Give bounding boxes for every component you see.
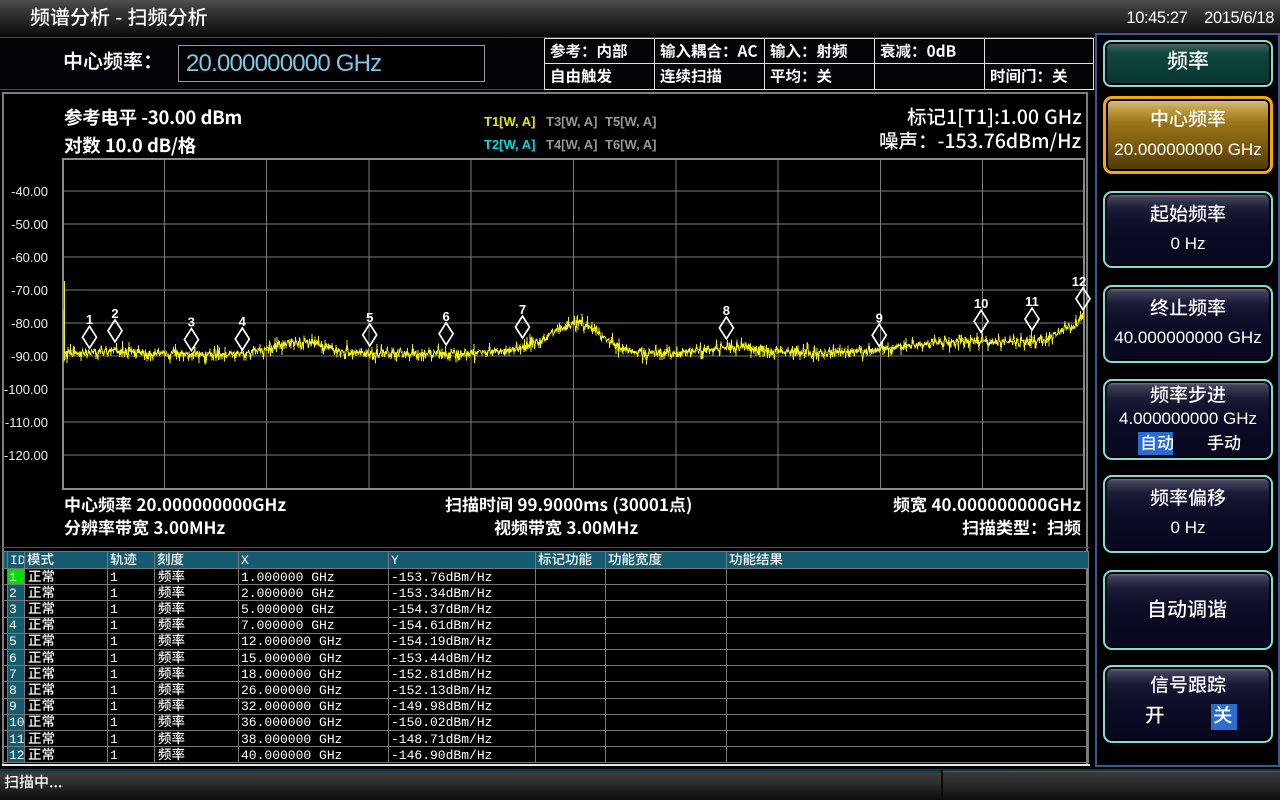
- svg-text:6: 6: [442, 309, 449, 324]
- svg-text:1: 1: [86, 312, 93, 327]
- svg-text:11: 11: [1025, 294, 1039, 309]
- svg-text:5: 5: [366, 310, 373, 325]
- svg-text:2: 2: [111, 306, 118, 321]
- svg-text:10: 10: [974, 296, 988, 311]
- svg-text:4: 4: [239, 314, 247, 329]
- svg-text:7: 7: [519, 302, 526, 317]
- svg-text:8: 8: [723, 303, 730, 318]
- svg-text:3: 3: [188, 315, 195, 330]
- svg-text:12: 12: [1072, 274, 1086, 289]
- svg-text:9: 9: [876, 310, 883, 325]
